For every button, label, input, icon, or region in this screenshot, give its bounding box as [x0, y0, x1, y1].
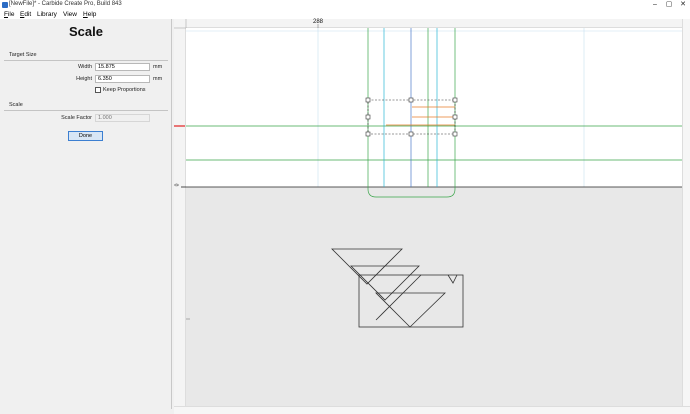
resize-handle[interactable] — [452, 97, 458, 103]
width-unit: mm — [153, 64, 163, 70]
stock-area — [186, 28, 690, 187]
width-field[interactable] — [95, 63, 150, 71]
resize-handle[interactable] — [365, 114, 371, 120]
scale-factor-label: Scale Factor — [61, 115, 92, 121]
horizontal-scrollbar[interactable] — [174, 406, 690, 414]
off-stock-area — [186, 187, 690, 406]
resize-handle[interactable] — [365, 131, 371, 137]
section-divider — [4, 60, 168, 61]
left-ruler — [174, 19, 186, 406]
design-canvas[interactable]: 288 0 — [174, 19, 690, 406]
left-ruler-label: 0 — [174, 183, 181, 187]
resize-handle[interactable] — [365, 97, 371, 103]
minimize-button[interactable]: – — [648, 0, 662, 10]
keep-proportions-label: Keep Proportions — [103, 87, 146, 93]
title-bar: [NewFile]* - Carbide Create Pro, Build 8… — [0, 0, 690, 10]
menu-help[interactable]: Help — [83, 10, 96, 19]
menu-file[interactable]: File — [4, 10, 15, 19]
target-size-heading: Target Size — [9, 52, 37, 58]
top-ruler — [174, 19, 690, 28]
resize-handle[interactable] — [408, 131, 414, 137]
height-label: Height — [76, 76, 92, 82]
panel-title: Scale — [69, 24, 103, 39]
vertical-scrollbar[interactable] — [682, 19, 690, 406]
window-title: [NewFile]* - Carbide Create Pro, Build 8… — [9, 1, 122, 7]
top-ruler-label: 288 — [313, 19, 324, 25]
resize-handle[interactable] — [452, 131, 458, 137]
scale-factor-field[interactable] — [95, 114, 150, 122]
menu-bar: File Edit Library View Help — [0, 10, 690, 19]
height-unit: mm — [153, 76, 163, 82]
scale-panel: Scale Target Size Width mm Height mm Kee… — [0, 19, 172, 409]
scale-heading: Scale — [9, 102, 23, 108]
section-divider — [4, 110, 168, 111]
width-label: Width — [77, 64, 92, 70]
close-button[interactable]: ✕ — [676, 0, 690, 10]
menu-view[interactable]: View — [63, 10, 77, 19]
menu-library[interactable]: Library — [37, 10, 57, 19]
maximize-button[interactable]: ▢ — [662, 0, 676, 10]
canvas-drawing[interactable] — [174, 19, 690, 406]
app-icon — [2, 2, 8, 8]
height-field[interactable] — [95, 75, 150, 83]
done-button[interactable]: Done — [68, 131, 103, 141]
resize-handle[interactable] — [452, 114, 458, 120]
resize-handle[interactable] — [408, 97, 414, 103]
keep-proportions-checkbox[interactable] — [95, 87, 101, 93]
menu-edit[interactable]: Edit — [20, 10, 31, 19]
